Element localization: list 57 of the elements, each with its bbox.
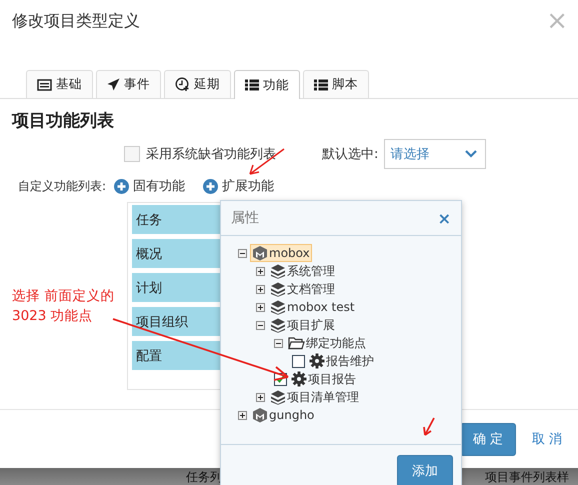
plus-circle-icon	[114, 178, 130, 194]
gear-icon	[309, 353, 325, 369]
chevron-down-icon	[465, 150, 478, 158]
section-title: 项目功能列表	[12, 110, 115, 132]
dialog-title: 修改项目类型定义	[12, 10, 140, 32]
expand-icon[interactable]	[256, 266, 265, 276]
layers-icon	[270, 264, 286, 278]
layers-icon	[270, 282, 286, 296]
tab[interactable]: 功能	[234, 70, 300, 99]
tab[interactable]: 事件	[96, 70, 161, 98]
cube-icon	[252, 245, 268, 261]
collapse-icon[interactable]	[274, 338, 283, 348]
collapse-icon[interactable]	[256, 320, 265, 330]
cancel-button[interactable]: 取 消	[530, 430, 564, 448]
add-link[interactable]: 扩展功能	[203, 177, 274, 195]
folder-icon	[288, 336, 305, 350]
field-label: 默认选中:	[322, 146, 378, 163]
list-icon	[314, 78, 328, 90]
tree-node[interactable]: 系统管理	[268, 262, 337, 280]
layers-icon	[270, 390, 286, 404]
checkbox-label: 采用系统缺省功能列表	[146, 146, 276, 163]
clock-icon	[175, 77, 190, 92]
tree-node[interactable]: gungho	[250, 406, 316, 424]
list-icon	[245, 79, 259, 91]
collapse-icon[interactable]	[238, 248, 247, 258]
tree-node[interactable]: 项目报告	[289, 370, 358, 388]
tab[interactable]: 基础	[26, 70, 93, 98]
tab[interactable]: 延期	[164, 70, 231, 98]
tree-node[interactable]: mobox	[250, 244, 312, 262]
add-link[interactable]: 固有功能	[114, 177, 186, 195]
tree-node[interactable]: 绑定功能点	[286, 334, 368, 352]
tree-node[interactable]: 项目清单管理	[268, 388, 361, 406]
send-icon	[107, 78, 120, 91]
tab[interactable]: 脚本	[303, 70, 369, 98]
tree-node[interactable]: mobox test	[268, 298, 357, 316]
confirm-button[interactable]: 确 定	[460, 422, 516, 456]
gear-icon	[291, 371, 307, 387]
checkbox[interactable]	[292, 354, 305, 368]
expand-icon[interactable]	[256, 392, 265, 402]
arrow	[422, 417, 436, 437]
add-button[interactable]: 添加	[397, 455, 453, 485]
expand-icon[interactable]	[256, 284, 265, 294]
field-label: 自定义功能列表:	[18, 178, 106, 194]
form-icon	[37, 78, 52, 90]
cube-icon	[252, 407, 268, 423]
layers-icon	[270, 300, 286, 314]
tree-node[interactable]: 报告维护	[307, 352, 376, 370]
tree-node[interactable]: 文档管理	[268, 280, 337, 298]
expand-icon[interactable]	[256, 302, 265, 312]
background-text: 项目事件列表样	[485, 469, 569, 485]
layers-icon	[270, 318, 286, 332]
plus-circle-icon	[203, 178, 218, 194]
expand-icon[interactable]	[238, 410, 247, 420]
select-field[interactable]: 请选择	[384, 139, 486, 169]
tree-node[interactable]: 项目扩展	[268, 316, 337, 334]
annotation-text: 选择 前面定义的 3023 功能点	[12, 287, 114, 326]
close-button[interactable]: ×	[438, 208, 451, 228]
